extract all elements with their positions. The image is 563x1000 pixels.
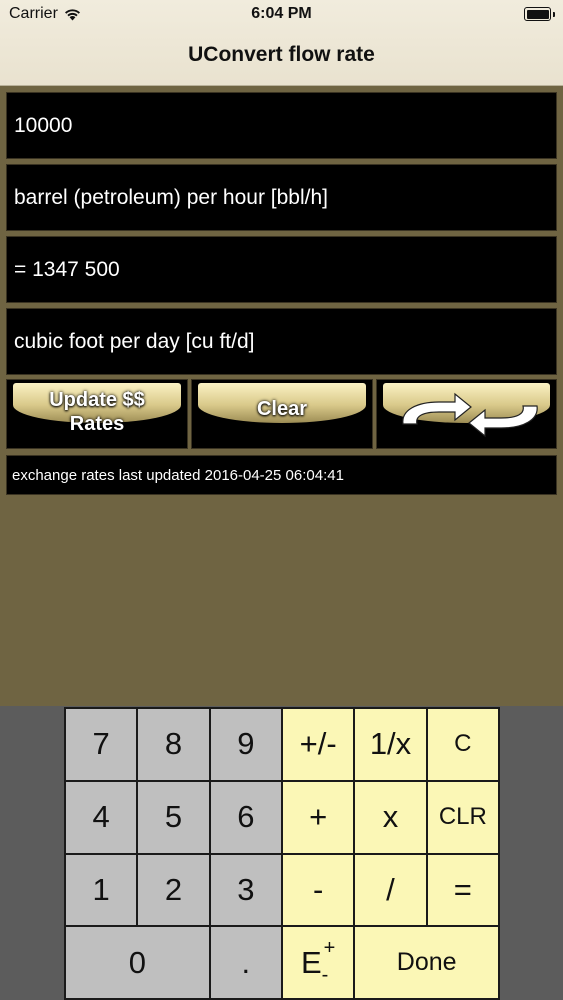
swap-arrows-icon [402,392,538,438]
clear-button[interactable]: Clear [191,379,373,449]
clock: 6:04 PM [251,5,312,22]
top-bar: Carrier 6:04 PM UConvert flow rate [0,0,563,86]
key-decimal[interactable]: . [210,927,281,998]
key-plus[interactable]: + [283,781,354,853]
key-plus-minus[interactable]: +/- [283,709,354,780]
result-display: = 1347 500 [6,236,557,303]
key-0[interactable]: 0 [66,927,209,998]
key-2[interactable]: 2 [138,854,209,926]
update-rates-button[interactable]: Update $$ Rates [6,379,188,449]
key-4[interactable]: 4 [66,781,137,853]
key-minus[interactable]: - [283,854,354,926]
key-5[interactable]: 5 [138,781,209,853]
action-button-row: Update $$ Rates Clear [6,379,557,449]
exponent-minus: - [321,964,329,987]
exponent-e: E [300,944,322,980]
key-1[interactable]: 1 [66,854,137,926]
battery-icon [524,7,555,21]
exponent-plus: + [323,937,336,960]
key-divide[interactable]: / [355,854,426,926]
keypad: 7 8 9 +/- 1/x C 4 5 6 + x CLR 1 2 3 - / … [64,707,500,1000]
rates-updated-note: exchange rates last updated 2016-04-25 0… [6,455,557,495]
value-input-field[interactable]: 10000 [6,92,557,159]
from-unit-selector[interactable]: barrel (petroleum) per hour [bbl/h] [6,164,557,231]
key-3[interactable]: 3 [210,854,281,926]
page-title: UConvert flow rate [188,43,375,66]
update-rates-line2: Rates [69,413,125,435]
key-equals[interactable]: = [427,854,498,926]
status-bar: Carrier 6:04 PM [0,0,563,30]
key-6[interactable]: 6 [210,781,281,853]
update-rates-line1: Update $$ [49,389,145,411]
clear-label: Clear [256,398,308,420]
key-8[interactable]: 8 [138,709,209,780]
key-7[interactable]: 7 [66,709,137,780]
key-clr[interactable]: CLR [427,781,498,853]
done-button[interactable]: Done [355,927,498,998]
key-c[interactable]: C [427,709,498,780]
key-multiply[interactable]: x [355,781,426,853]
key-reciprocal[interactable]: 1/x [355,709,426,780]
key-9[interactable]: 9 [210,709,281,780]
to-unit-selector[interactable]: cubic foot per day [cu ft/d] [6,308,557,375]
app-root: Carrier 6:04 PM UConvert flow rate 10000… [0,0,563,1000]
swap-units-button[interactable] [376,379,557,449]
key-exponent[interactable]: E + - [283,927,354,998]
